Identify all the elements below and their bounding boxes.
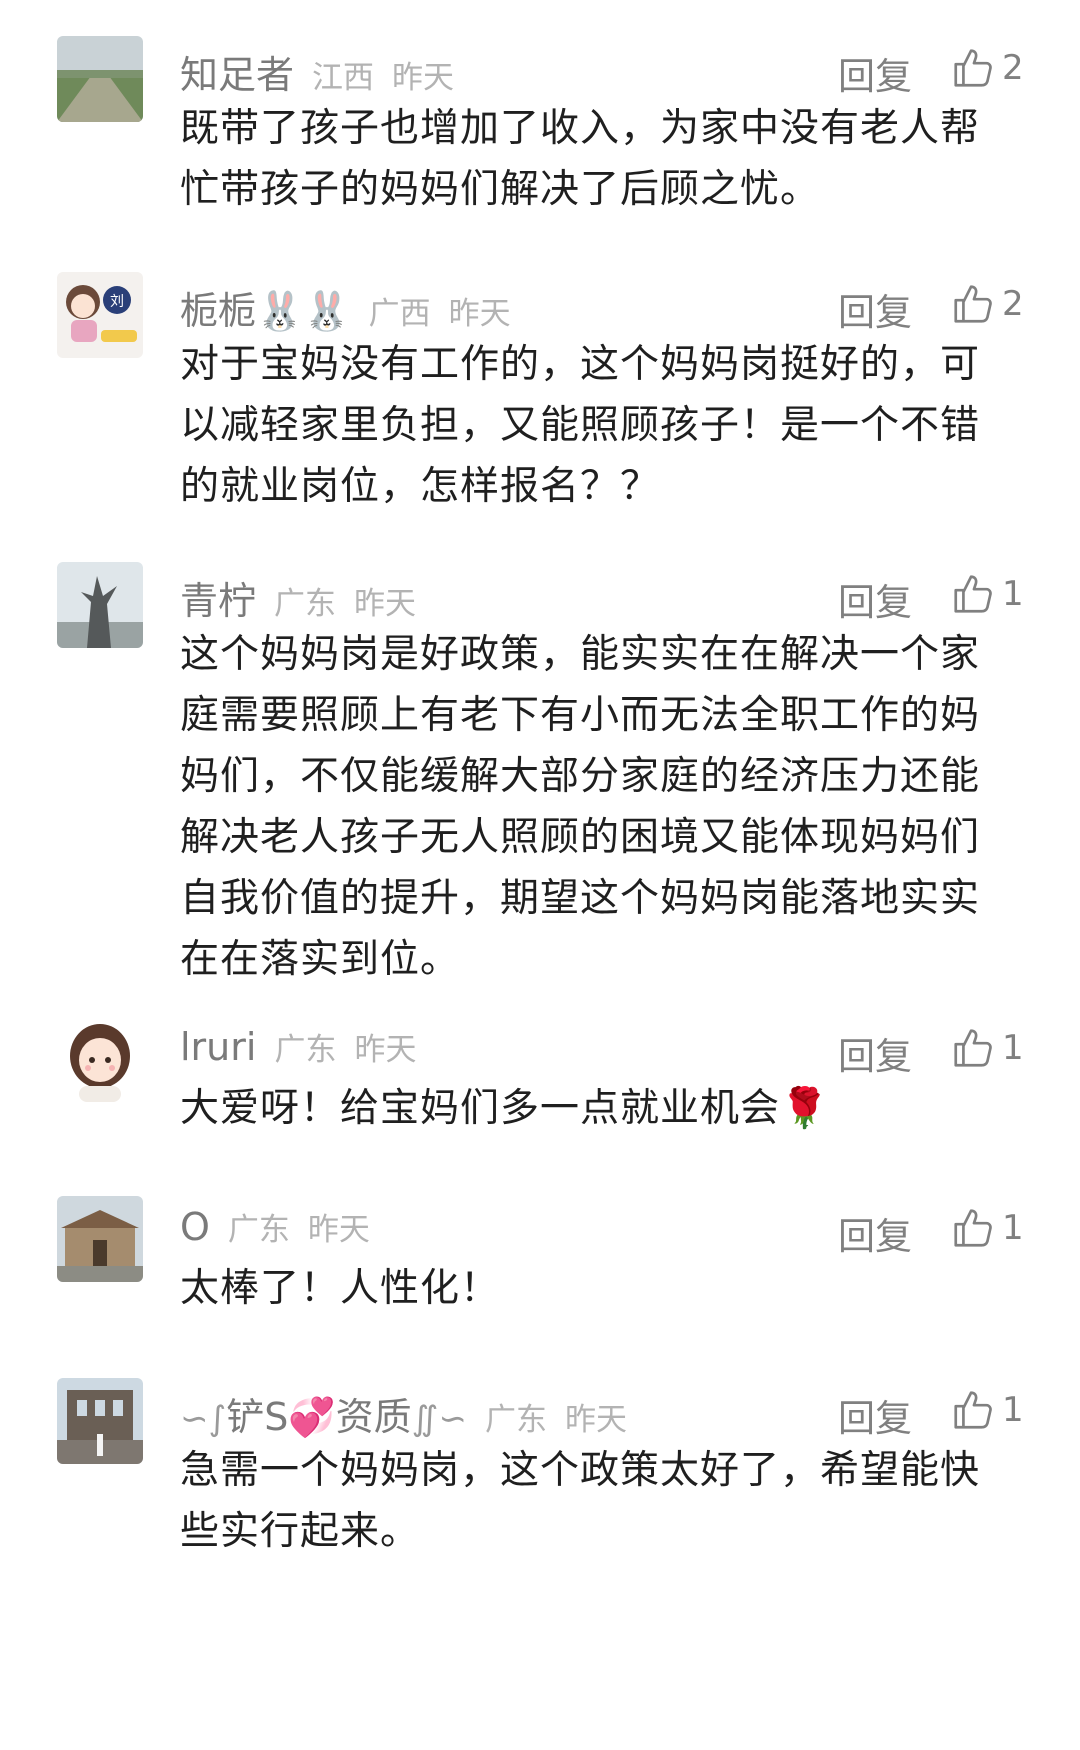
username[interactable]: 知足者 <box>180 44 294 99</box>
cartoon-girl-avatar-icon <box>57 1016 143 1102</box>
comment-text: 这个妈妈岗是好政策，能实实在在解决一个家庭需要照顾上有老下有小而无法全职工作的妈… <box>180 632 981 982</box>
timestamp: 昨天 <box>564 1402 627 1438</box>
like-button[interactable]: 1 <box>950 1018 1024 1078</box>
like-button[interactable]: 2 <box>950 38 1024 98</box>
reply-button[interactable]: 回复 <box>838 46 912 100</box>
avatar[interactable] <box>57 36 143 122</box>
region-label: 广东 <box>274 586 337 622</box>
region-label: 江西 <box>312 60 375 96</box>
like-button[interactable]: 1 <box>950 1380 1024 1440</box>
thumbs-up-icon <box>954 49 992 87</box>
like-count: 1 <box>1002 574 1024 614</box>
like-button[interactable]: 1 <box>950 564 1024 624</box>
username[interactable]: O <box>180 1205 210 1249</box>
like-button[interactable]: 1 <box>950 1198 1024 1258</box>
timestamp: 昨天 <box>392 60 455 96</box>
timestamp: 昨天 <box>448 296 511 332</box>
region-label: 广西 <box>368 296 431 332</box>
svg-text:刘: 刘 <box>110 294 124 310</box>
username[interactable]: 铲S💞资质 <box>226 1386 411 1441</box>
like-count: 1 <box>1002 1390 1024 1430</box>
region-label: 广东 <box>227 1212 290 1248</box>
like-count: 1 <box>1002 1208 1024 1248</box>
reply-button[interactable]: 回复 <box>838 1026 912 1080</box>
region-label: 广东 <box>484 1402 547 1438</box>
swirl-decoration-icon: ∽∫ <box>180 1399 227 1439</box>
reply-button[interactable]: 回复 <box>838 282 912 336</box>
ruins-facade-photo-icon <box>57 1378 143 1464</box>
username[interactable]: 青柠 <box>180 570 256 625</box>
like-count: 2 <box>1002 284 1024 324</box>
avatar[interactable] <box>57 1016 143 1102</box>
thumbs-up-icon <box>954 575 992 613</box>
comment-meta: 青柠 广东 昨天 <box>180 570 416 626</box>
avatar[interactable]: 刘 <box>57 272 143 358</box>
timestamp: 昨天 <box>307 1212 370 1248</box>
thumbs-up-icon <box>954 1209 992 1247</box>
avatar[interactable] <box>57 1378 143 1464</box>
thumbs-up-icon <box>954 1391 992 1429</box>
like-button[interactable]: 2 <box>950 274 1024 334</box>
comment-text: 大爱呀！给宝妈们多一点就业机会🌹 <box>180 1086 830 1131</box>
comment-meta: lruri 广东 昨天 <box>180 1024 416 1080</box>
sculpture-sky-photo-icon <box>57 562 143 648</box>
comment-text: 太棒了！人性化！ <box>180 1266 501 1311</box>
avatar[interactable] <box>57 562 143 648</box>
comment-meta: 知足者 江西 昨天 <box>180 44 454 100</box>
like-count: 2 <box>1002 48 1024 88</box>
thumbs-up-icon <box>954 285 992 323</box>
avatar[interactable] <box>57 1196 143 1282</box>
comment-meta: 栀栀🐰🐰 广西 昨天 <box>180 280 511 336</box>
comment-meta: O 广东 昨天 <box>180 1204 370 1260</box>
field-road-photo-icon <box>57 36 143 122</box>
like-count: 1 <box>1002 1028 1024 1068</box>
comment-text: 急需一个妈妈岗，这个政策太好了，希望能快些实行起来。 <box>180 1448 981 1554</box>
reply-button[interactable]: 回复 <box>838 1206 912 1260</box>
cartoon-girl-liu-avatar-icon: 刘 <box>57 272 143 358</box>
thumbs-up-icon <box>954 1029 992 1067</box>
region-label: 广东 <box>274 1032 337 1068</box>
comment-text: 既带了孩子也增加了收入，为家中没有老人帮忙带孩子的妈妈们解决了后顾之忧。 <box>180 106 981 212</box>
username[interactable]: 栀栀🐰🐰 <box>180 280 351 335</box>
reply-button[interactable]: 回复 <box>838 572 912 626</box>
comment-meta: ∽∫ 铲S💞资质 ∬∽ 广东 昨天 <box>180 1386 627 1442</box>
username[interactable]: lruri <box>180 1025 256 1069</box>
swirl-decoration-icon: ∬∽ <box>411 1399 467 1439</box>
temple-photo-icon <box>57 1196 143 1282</box>
timestamp: 昨天 <box>354 1032 417 1068</box>
timestamp: 昨天 <box>354 586 417 622</box>
comment-text: 对于宝妈没有工作的，这个妈妈岗挺好的，可以减轻家里负担，又能照顾孩子！是一个不错… <box>180 342 981 509</box>
reply-button[interactable]: 回复 <box>838 1388 912 1442</box>
